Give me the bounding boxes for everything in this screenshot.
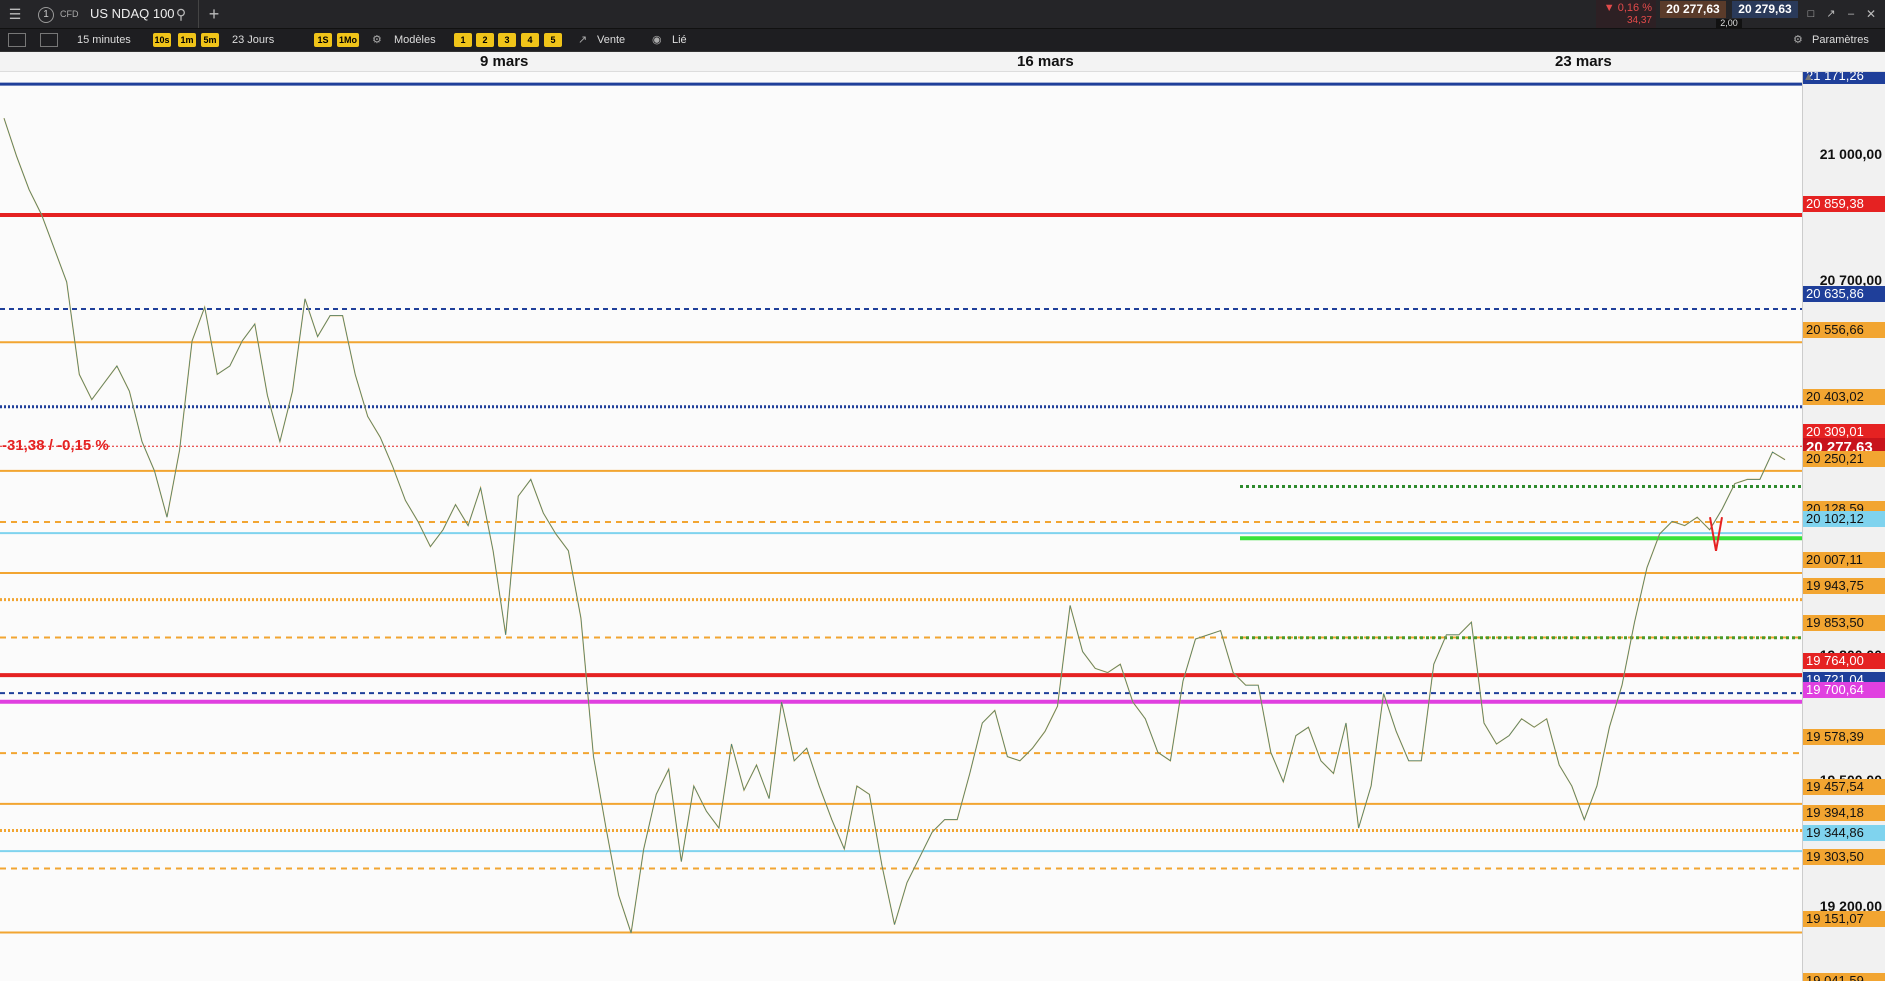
price-level-tag[interactable]: 21 171,26 xyxy=(1803,72,1885,84)
sell-mode-button[interactable]: Vente xyxy=(597,32,625,48)
price-level-tag[interactable]: 19 457,54 xyxy=(1803,779,1885,795)
templates-button[interactable]: Modèles xyxy=(394,32,436,48)
range-10s-button[interactable]: 10s xyxy=(153,33,171,47)
sell-price-button[interactable]: 20 277,63 xyxy=(1660,1,1726,18)
price-level-tag[interactable]: 20 102,12 xyxy=(1803,511,1885,527)
detach-icon[interactable]: □ xyxy=(1802,5,1820,23)
range-5m-button[interactable]: 5m xyxy=(201,33,219,47)
price-level-tag[interactable]: 19 853,50 xyxy=(1803,615,1885,631)
price-level-tag[interactable]: 19 394,18 xyxy=(1803,805,1885,821)
scroll-up-icon[interactable]: ▲ xyxy=(1803,72,1814,83)
price-level-tag[interactable]: 19 151,07 xyxy=(1803,911,1885,927)
chart-plot-area[interactable]: -31,38 / -0,15 % xyxy=(0,72,1802,981)
change-annotation: -31,38 / -0,15 % xyxy=(2,437,109,454)
price-level-tag[interactable]: 20 403,02 xyxy=(1803,389,1885,405)
change-percent: ▼ 0,16 % xyxy=(1603,2,1652,14)
y-axis-label: 21 000,00 xyxy=(1819,146,1882,162)
linked-button[interactable]: Lié xyxy=(672,32,687,48)
change-absolute: 34,37 xyxy=(1626,15,1652,26)
tool-4-button[interactable]: 4 xyxy=(521,33,539,47)
price-level-tag[interactable]: 19 700,64 xyxy=(1803,682,1885,698)
tab-divider xyxy=(198,0,199,28)
top-bar: ☰ 1 CFD US NDAQ 100 ⚲ + ▼ 0,16 % 34,37 2… xyxy=(0,0,1885,29)
instrument-name[interactable]: US NDAQ 100 xyxy=(90,6,175,21)
price-level-tag[interactable]: 19 344,86 xyxy=(1803,825,1885,841)
sidebar-toggle-icon[interactable] xyxy=(8,33,26,47)
price-level-tag[interactable]: 19 578,39 xyxy=(1803,729,1885,745)
price-level-tag[interactable]: 20 635,86 xyxy=(1803,286,1885,302)
price-series-overlay xyxy=(3,118,1786,934)
buy-price-button[interactable]: 20 279,63 xyxy=(1732,1,1798,18)
change-panel: ▼ 0,16 % 34,37 xyxy=(1596,0,1656,28)
range-1Mo-button[interactable]: 1Mo xyxy=(337,33,359,47)
menu-icon[interactable]: ☰ xyxy=(6,5,24,23)
layout-grid-icon[interactable] xyxy=(40,33,58,47)
minimize-icon[interactable]: – xyxy=(1842,5,1860,23)
price-level-tag[interactable]: 20 250,21 xyxy=(1803,451,1885,467)
price-level-tag[interactable]: 19 764,00 xyxy=(1803,653,1885,669)
interval-select[interactable]: 15 minutes xyxy=(77,32,131,48)
range-1S-button[interactable]: 1S xyxy=(314,33,332,47)
date-axis: 9 mars 16 mars 23 mars xyxy=(0,52,1885,72)
tool-1-button[interactable]: 1 xyxy=(454,33,472,47)
price-chart[interactable] xyxy=(0,72,1802,981)
date-label-9-mars: 9 mars xyxy=(480,53,529,70)
price-level-tag[interactable]: 19 041,59 xyxy=(1803,973,1885,981)
tool-5-button[interactable]: 5 xyxy=(544,33,562,47)
sell-chart-icon: ↗ xyxy=(578,34,588,46)
spread-value: 2,00 xyxy=(1716,19,1742,28)
date-label-16-mars: 16 mars xyxy=(1017,53,1074,70)
expand-icon[interactable]: ↗ xyxy=(1822,5,1840,23)
tool-2-button[interactable]: 2 xyxy=(476,33,494,47)
price-axis[interactable]: 21 000,00 20 700,00 19 800,00 19 500,00 … xyxy=(1802,72,1885,981)
price-level-tag[interactable]: 20 007,11 xyxy=(1803,552,1885,568)
add-tab-icon[interactable]: + xyxy=(205,5,223,23)
templates-icon[interactable]: ⚙ xyxy=(372,32,382,48)
settings-gear-icon[interactable]: ⚙ xyxy=(1793,32,1803,48)
range-1m-button[interactable]: 1m xyxy=(178,33,196,47)
close-icon[interactable]: ✕ xyxy=(1862,5,1880,23)
price-level-tag[interactable]: 19 303,50 xyxy=(1803,849,1885,865)
price-series-line[interactable] xyxy=(3,118,1786,934)
position-counter[interactable]: 1 xyxy=(38,7,54,23)
search-icon[interactable]: ⚲ xyxy=(172,5,190,23)
price-level-tag[interactable]: 20 859,38 xyxy=(1803,196,1885,212)
tool-3-button[interactable]: 3 xyxy=(498,33,516,47)
price-level-tag[interactable]: 20 556,66 xyxy=(1803,322,1885,338)
eye-icon: ◉ xyxy=(652,34,662,46)
period-select[interactable]: 23 Jours xyxy=(232,32,274,48)
price-level-tag[interactable]: 19 943,75 xyxy=(1803,578,1885,594)
chart-toolbar: 15 minutes 10s 1m 5m 23 Jours 1S 1Mo ⚙ M… xyxy=(0,29,1885,52)
settings-button[interactable]: Paramètres xyxy=(1812,32,1869,48)
date-label-23-mars: 23 mars xyxy=(1555,53,1612,70)
cfd-badge: CFD xyxy=(60,9,79,19)
